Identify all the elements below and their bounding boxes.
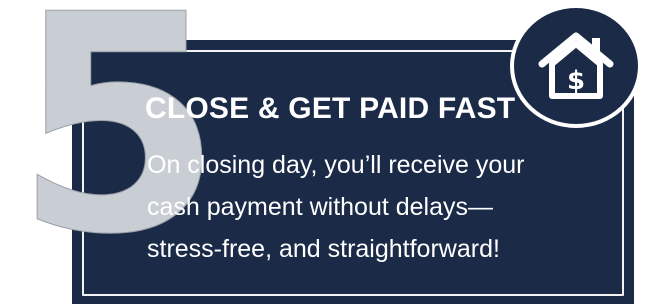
- step-description: On closing day, you’ll receive your cash…: [147, 144, 617, 270]
- description-line-1: On closing day, you’ll receive your: [147, 151, 525, 179]
- badge-circle: $: [510, 4, 642, 128]
- description-line-2: cash payment without delays—: [147, 193, 494, 221]
- dollar-sign: $: [567, 66, 585, 96]
- infographic-step: 5 CLOSE & GET PAID FAST On closing day, …: [0, 0, 645, 306]
- description-line-3: stress-free, and straightforward!: [147, 235, 500, 263]
- step-title: CLOSE & GET PAID FAST: [145, 92, 516, 125]
- house-dollar-icon: $: [538, 32, 614, 99]
